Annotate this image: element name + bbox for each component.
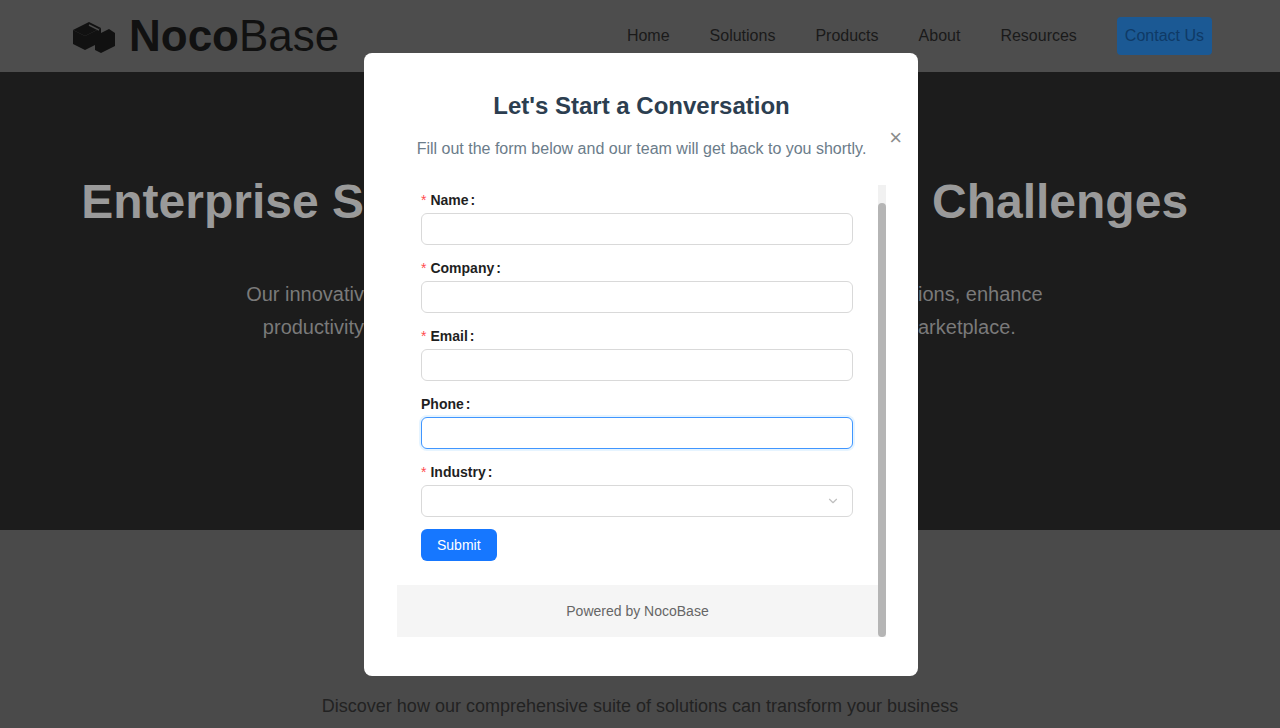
contact-button[interactable]: Contact Us	[1117, 17, 1212, 55]
field-label: *Industry:	[421, 461, 878, 483]
logo-cube-icon	[69, 16, 117, 56]
close-button[interactable]: ×	[889, 127, 902, 149]
text-input[interactable]	[421, 213, 853, 245]
nav-item[interactable]: Products	[815, 24, 878, 48]
contact-modal: ×Let's Start a Conversation Fill out the …	[364, 53, 918, 676]
form-field: *Email:	[421, 325, 878, 381]
chevron-down-icon	[826, 494, 840, 508]
hero-text: productivity	[263, 311, 364, 344]
hero-text: ions, enhance	[918, 278, 1043, 311]
nav-item[interactable]: Solutions	[710, 24, 776, 48]
modal-subtitle: Fill out the form below and our team wil…	[397, 137, 886, 161]
submit-button[interactable]: Submit	[421, 529, 497, 561]
form-frame: *Name: *Company: *Email: Phone: *Industry: Su…	[397, 185, 886, 637]
powered-by-footer: Powered by NocoBase	[397, 585, 878, 637]
field-label: *Email:	[421, 325, 878, 347]
nav-item[interactable]: About	[919, 24, 961, 48]
nav-item[interactable]: Resources	[1000, 24, 1076, 48]
contact-form: *Name: *Company: *Email: Phone: *Industry: Su…	[397, 185, 878, 561]
form-field: Phone:	[421, 393, 878, 449]
text-input[interactable]	[421, 349, 853, 381]
form-field: *Name:	[421, 189, 878, 245]
field-label: *Company:	[421, 257, 878, 279]
form-field: *Company:	[421, 257, 878, 313]
required-mark: *	[421, 462, 426, 483]
hero-text: Our innovativ	[246, 278, 364, 311]
text-input[interactable]	[421, 281, 853, 313]
required-mark: *	[421, 190, 426, 211]
form-field: *Industry:	[421, 461, 878, 517]
nav-item[interactable]: Home	[627, 24, 670, 48]
hero-text: arketplace.	[918, 311, 1016, 344]
hero-title: Challenges	[932, 168, 1188, 236]
scrollbar-thumb[interactable]	[878, 203, 886, 637]
section-subtitle: Discover how our comprehensive suite of …	[322, 693, 958, 720]
scrollbar[interactable]	[878, 185, 886, 637]
text-input[interactable]	[421, 417, 853, 449]
main-nav: Home Solutions Products About Resources Conta…	[627, 17, 1212, 55]
field-label: Phone:	[421, 393, 878, 415]
hero-title: Enterprise S	[81, 168, 364, 236]
required-mark: *	[421, 258, 426, 279]
modal-title: Let's Start a Conversation	[397, 90, 886, 122]
field-label: *Name:	[421, 189, 878, 211]
industry-select[interactable]	[421, 485, 853, 517]
required-mark: *	[421, 326, 426, 347]
page: NocoBase Home Solutions Products About Resour…	[0, 0, 1280, 728]
logo[interactable]: NocoBase	[69, 14, 339, 58]
